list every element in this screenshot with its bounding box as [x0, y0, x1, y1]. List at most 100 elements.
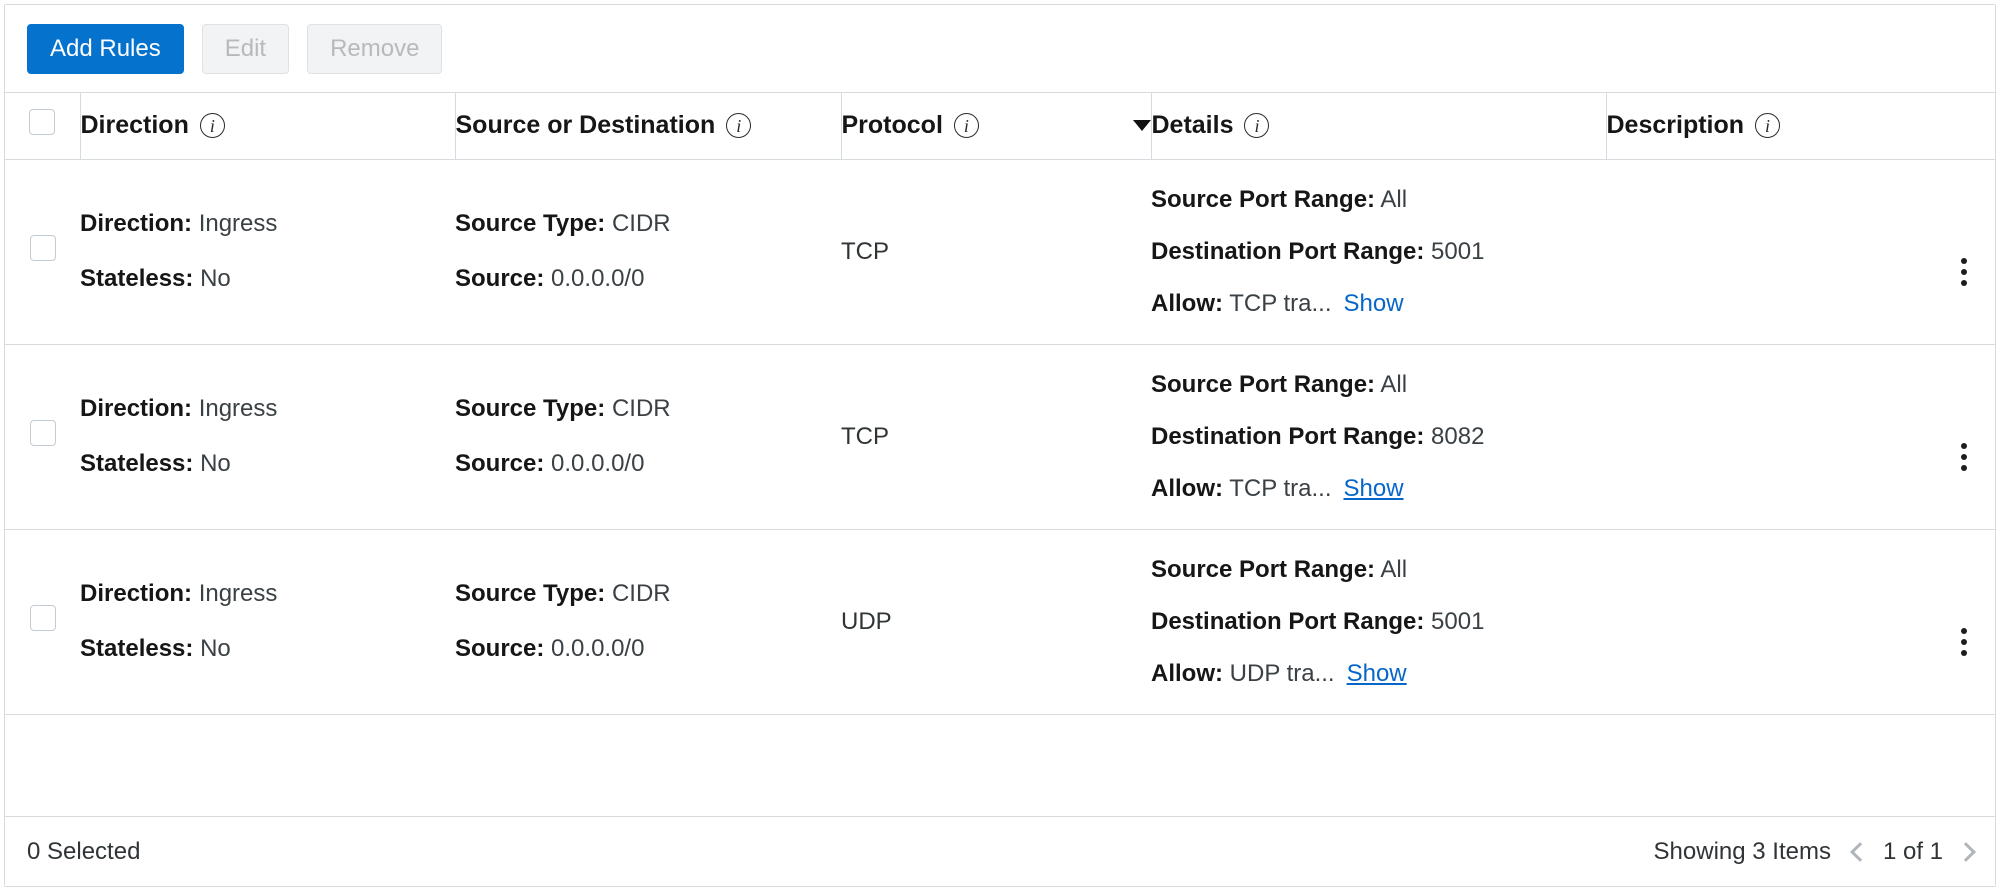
destination-port-range-field: Destination Port Range: 8082 — [1151, 423, 1606, 451]
source-cell: Source Type: CIDR Source: 0.0.0.0/0 — [455, 159, 841, 344]
show-link[interactable]: Show — [1343, 290, 1403, 317]
row-checkbox[interactable] — [29, 420, 56, 446]
table-body: Direction: Ingress Stateless: No Source … — [5, 159, 1995, 714]
allow-label: Allow: — [1151, 289, 1223, 317]
destination-port-range-label: Destination Port Range: — [1151, 237, 1425, 265]
column-header-protocol-label: Protocol — [841, 111, 943, 140]
source-type-label: Source Type: — [455, 210, 606, 237]
destination-port-range-field: Destination Port Range: 5001 — [1151, 608, 1606, 636]
table-row[interactable]: Direction: Ingress Stateless: No Source … — [5, 344, 1995, 529]
pagination: Showing 3 Items 1 of 1 — [1653, 837, 1976, 866]
allow-field: Allow: TCP tra... Show — [1151, 475, 1606, 503]
source-port-range-field: Source Port Range: All — [1151, 556, 1606, 584]
show-link[interactable]: Show — [1343, 475, 1403, 502]
chevron-left-icon[interactable] — [1850, 841, 1870, 862]
table-row[interactable]: Direction: Ingress Stateless: No Source … — [5, 529, 1995, 714]
allow-field: Allow: UDP tra... Show — [1151, 660, 1606, 688]
row-select-cell — [5, 529, 80, 714]
edit-button[interactable]: Edit — [201, 23, 290, 74]
source-field: Source: 0.0.0.0/0 — [455, 265, 841, 293]
description-cell — [1606, 159, 1995, 344]
source-value: 0.0.0.0/0 — [551, 265, 645, 292]
row-select-cell — [5, 159, 80, 344]
source-value: 0.0.0.0/0 — [551, 635, 645, 662]
row-select-cell — [5, 344, 80, 529]
direction-field: Direction: Ingress — [80, 395, 455, 423]
stateless-field: Stateless: No — [80, 635, 455, 663]
source-type-label: Source Type: — [455, 395, 606, 422]
column-header-direction[interactable]: Direction i — [80, 93, 456, 160]
row-checkbox[interactable] — [29, 235, 56, 261]
source-value: 0.0.0.0/0 — [551, 450, 645, 477]
source-port-range-field: Source Port Range: All — [1151, 186, 1606, 214]
direction-value: Ingress — [198, 580, 278, 607]
kebab-menu-icon[interactable] — [1949, 252, 1979, 292]
source-label: Source: — [455, 635, 545, 662]
column-header-details-label: Details — [1151, 111, 1234, 140]
source-type-field: Source Type: CIDR — [455, 580, 841, 608]
chevron-down-icon[interactable] — [1132, 120, 1151, 132]
source-port-range-value: All — [1380, 555, 1408, 583]
source-port-range-label: Source Port Range: — [1151, 185, 1376, 213]
info-icon[interactable]: i — [726, 113, 752, 139]
direction-field: Direction: Ingress — [80, 580, 455, 608]
destination-port-range-value: 5001 — [1431, 237, 1485, 265]
select-all-checkbox[interactable] — [29, 109, 56, 136]
header-row: Direction i Source or Destination i Prot… — [5, 93, 1995, 160]
kebab-menu-icon[interactable] — [1949, 437, 1979, 477]
stateless-label: Stateless: — [80, 265, 194, 292]
security-rules-panel-root: Add Rules Edit Remove Direction i Source… — [0, 0, 2000, 891]
column-header-description[interactable]: Description i — [1606, 93, 1995, 160]
column-header-direction-label: Direction — [80, 111, 189, 140]
column-header-protocol[interactable]: Protocol i — [841, 93, 1152, 160]
destination-port-range-field: Destination Port Range: 5001 — [1151, 238, 1606, 266]
source-label: Source: — [455, 450, 545, 477]
direction-cell: Direction: Ingress Stateless: No — [80, 529, 455, 714]
stateless-value: No — [200, 450, 231, 477]
table-footer: 0 Selected Showing 3 Items 1 of 1 — [5, 816, 1995, 886]
selected-count-label: 0 Selected — [27, 837, 141, 865]
direction-value: Ingress — [198, 395, 278, 422]
allow-field: Allow: TCP tra... Show — [1151, 290, 1606, 318]
source-port-range-label: Source Port Range: — [1151, 555, 1376, 583]
table-toolbar: Add Rules Edit Remove — [5, 5, 1995, 93]
direction-cell: Direction: Ingress Stateless: No — [80, 344, 455, 529]
column-header-details[interactable]: Details i — [1151, 93, 1607, 160]
allow-value: TCP tra... — [1229, 289, 1332, 317]
rules-panel: Add Rules Edit Remove Direction i Source… — [4, 4, 1996, 887]
allow-label: Allow: — [1151, 474, 1223, 502]
row-checkbox[interactable] — [29, 605, 56, 631]
protocol-cell: TCP — [841, 237, 889, 265]
allow-value: UDP tra... — [1229, 659, 1335, 687]
details-cell: Source Port Range: All Destination Port … — [1151, 159, 1606, 344]
chevron-right-icon[interactable] — [1956, 841, 1976, 862]
source-label: Source: — [455, 265, 545, 292]
description-cell — [1606, 529, 1995, 714]
allow-label: Allow: — [1151, 659, 1223, 687]
rules-table-wrapper: Direction i Source or Destination i Prot… — [5, 93, 1995, 816]
source-port-range-field: Source Port Range: All — [1151, 371, 1606, 399]
info-icon[interactable]: i — [199, 113, 225, 139]
column-header-description-label: Description — [1606, 111, 1745, 140]
destination-port-range-value: 8082 — [1431, 422, 1485, 450]
info-icon[interactable]: i — [953, 113, 979, 139]
select-all-header — [5, 93, 81, 160]
remove-button[interactable]: Remove — [307, 23, 443, 74]
show-link[interactable]: Show — [1347, 660, 1407, 687]
source-cell: Source Type: CIDR Source: 0.0.0.0/0 — [455, 344, 841, 529]
kebab-menu-icon[interactable] — [1949, 622, 1979, 662]
source-port-range-label: Source Port Range: — [1151, 370, 1376, 398]
destination-port-range-value: 5001 — [1431, 607, 1485, 635]
stateless-label: Stateless: — [80, 450, 194, 477]
add-rules-button[interactable]: Add Rules — [27, 23, 184, 74]
info-icon[interactable]: i — [1244, 113, 1270, 139]
table-row[interactable]: Direction: Ingress Stateless: No Source … — [5, 159, 1995, 344]
showing-items-label: Showing 3 Items — [1653, 837, 1831, 865]
source-type-label: Source Type: — [455, 580, 606, 607]
info-icon[interactable]: i — [1755, 113, 1781, 139]
stateless-label: Stateless: — [80, 635, 194, 662]
source-cell: Source Type: CIDR Source: 0.0.0.0/0 — [455, 529, 841, 714]
stateless-value: No — [200, 265, 231, 292]
column-header-source-or-destination[interactable]: Source or Destination i — [455, 93, 842, 160]
source-type-field: Source Type: CIDR — [455, 395, 841, 423]
